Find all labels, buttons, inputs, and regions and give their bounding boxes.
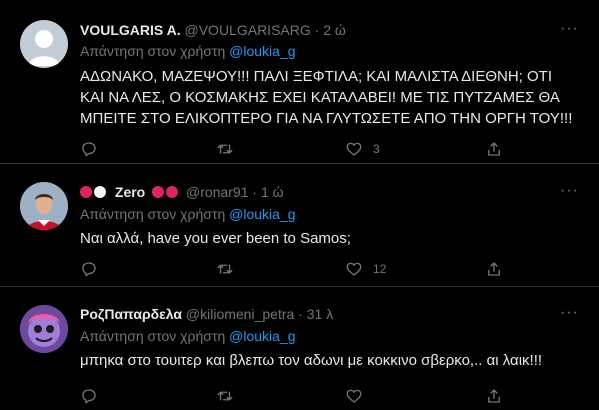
reply-icon (82, 262, 96, 277)
share-icon (488, 142, 500, 156)
reply-context: Απάντηση στον χρήστη @loukia_g (80, 327, 296, 345)
retweet-button[interactable] (216, 387, 234, 405)
retweet-icon (217, 264, 233, 274)
share-button[interactable] (485, 140, 503, 158)
retweet-button[interactable] (216, 260, 234, 278)
user-handle[interactable]: @kiliomeni_petra (186, 306, 294, 322)
tweet-actions (80, 387, 520, 405)
reply-prefix: Απάντηση στον χρήστη (80, 43, 226, 59)
share-button[interactable] (485, 387, 503, 405)
like-icon (346, 262, 362, 276)
tweet-header: Zero @ronar91 · 1 ώ (80, 183, 284, 201)
more-icon[interactable]: ··· (560, 304, 579, 322)
white-circle-icon (94, 186, 106, 198)
reply-mention[interactable]: @loukia_g (229, 43, 295, 59)
reply-button[interactable] (80, 387, 98, 405)
tweet-text: ΑΔΩΝΑΚΟ, ΜΑΖΕΨΟΥ!!! ΠΑΛΙ ΞΕΦΤΙΛΑ; ΚΑΙ ΜΑ… (80, 68, 573, 127)
like-button[interactable] (345, 387, 363, 405)
display-name[interactable]: ΡοζΠαπαρδελα (80, 306, 182, 322)
like-count: 3 (373, 142, 380, 156)
reply-mention[interactable]: @loukia_g (229, 206, 295, 222)
share-icon (488, 262, 500, 276)
reply-context: Απάντηση στον χρήστη @loukia_g (80, 205, 296, 223)
red-circle-icon (80, 186, 92, 198)
tweet-3[interactable]: ΡοζΠαπαρδελα @kiliomeni_petra · 31 λ ···… (0, 287, 599, 410)
reply-icon (82, 142, 96, 157)
reply-prefix: Απάντηση στον χρήστη (80, 328, 226, 344)
more-icon[interactable]: ··· (560, 20, 579, 38)
reply-mention[interactable]: @loukia_g (229, 328, 295, 344)
reply-button[interactable] (80, 140, 98, 158)
like-icon (346, 389, 362, 403)
user-avatar[interactable] (20, 182, 68, 230)
timestamp[interactable]: 1 ώ (261, 184, 284, 200)
retweet-icon (217, 144, 233, 154)
timestamp[interactable]: 31 λ (307, 306, 333, 322)
red-circle-icon (166, 186, 179, 198)
tweet-text: μπηκα στο τουιτερ και βλεπω τον αδωνι με… (80, 352, 543, 369)
tweet-header: ΡοζΠαπαρδελα @kiliomeni_petra · 31 λ (80, 305, 333, 323)
display-name[interactable]: VOULGARIS A. (80, 22, 181, 38)
tweet-2[interactable]: Zero @ronar91 · 1 ώ ··· Απάντηση στον χρ… (0, 164, 599, 287)
default-avatar[interactable] (20, 20, 68, 68)
like-icon (346, 142, 362, 156)
separator-dot: · (298, 306, 303, 322)
tweet-actions: 3 (80, 140, 520, 158)
person-silhouette-icon (28, 30, 60, 66)
user-handle[interactable]: @ronar91 (186, 184, 248, 200)
like-button[interactable]: 12 (345, 260, 386, 278)
tweet-1[interactable]: VOULGARIS A. @VOULGARISARG · 2 ώ ··· Απά… (0, 0, 599, 164)
tweet-text: Ναι αλλά, have you ever been to Samos; (80, 230, 351, 247)
red-circle-icon (152, 186, 165, 198)
like-count: 12 (373, 262, 387, 276)
like-button[interactable]: 3 (345, 140, 380, 158)
more-icon[interactable]: ··· (560, 182, 579, 200)
reply-context: Απάντηση στον χρήστη @loukia_g (80, 42, 296, 60)
player-photo-icon (20, 182, 68, 230)
user-avatar[interactable] (20, 305, 68, 353)
share-button[interactable] (485, 260, 503, 278)
retweet-button[interactable] (216, 140, 234, 158)
separator-dot: · (314, 22, 320, 38)
separator-dot: · (252, 184, 258, 200)
reply-button[interactable] (80, 260, 98, 278)
tweet-actions: 12 (80, 260, 520, 278)
reply-icon (82, 389, 96, 404)
tweet-header: VOULGARIS A. @VOULGARISARG · 2 ώ (80, 21, 346, 39)
reply-prefix: Απάντηση στον χρήστη (80, 206, 226, 222)
share-icon (488, 389, 500, 403)
display-name[interactable]: Zero (115, 184, 145, 200)
timestamp[interactable]: 2 ώ (323, 22, 346, 38)
cartoon-face-icon (20, 305, 68, 353)
user-handle[interactable]: @VOULGARISARG (185, 22, 311, 38)
retweet-icon (217, 391, 233, 401)
